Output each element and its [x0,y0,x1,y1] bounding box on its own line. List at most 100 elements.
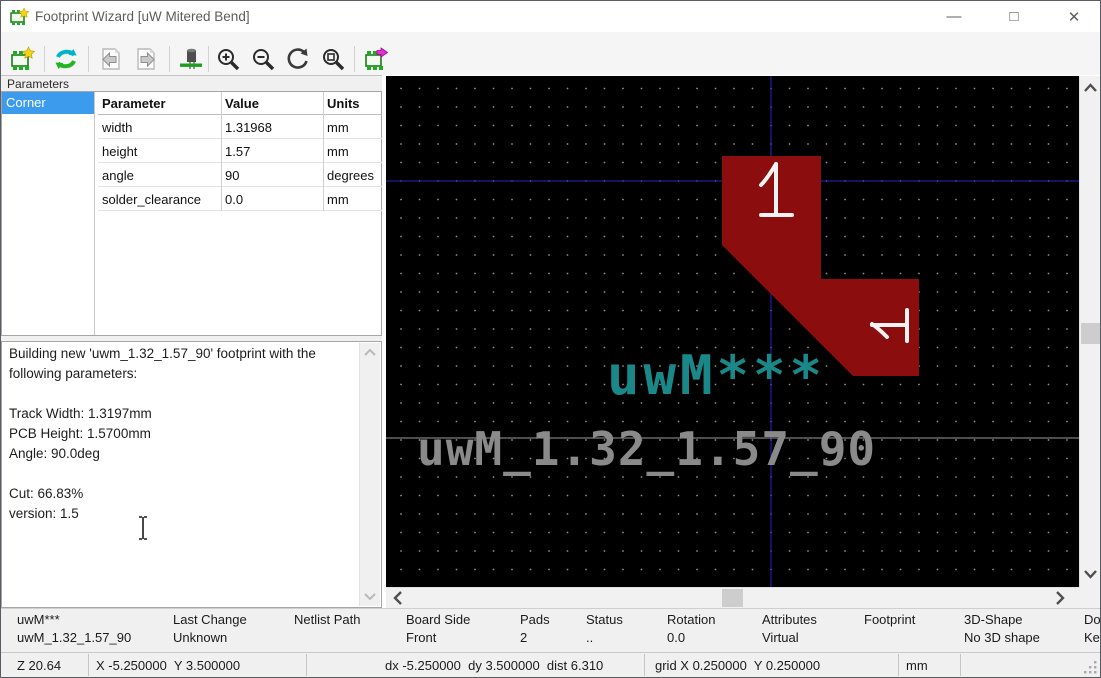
column-header-units: Units [327,96,360,111]
component-preview-button[interactable] [177,45,205,73]
message-panel: Building new 'uwm_1.32_1.57_90' footprin… [1,341,382,608]
info-lastchange-value: Unknown [173,630,227,645]
resize-grip[interactable] [1082,659,1098,675]
footprint-wizard-window: Footprint Wizard [uW Mitered Bend] ― □ ✕ [0,0,1101,678]
param-value[interactable]: 1.31968 [225,120,272,135]
statusbar-separator [644,654,645,676]
through-hole-part-icon [178,46,204,72]
parameters-panel-title: Parameters [7,77,69,91]
param-value[interactable]: 90 [225,168,239,183]
message-scrollbar[interactable] [359,343,380,606]
grid-dots [386,76,1079,587]
vertical-scroll-thumb[interactable] [1081,323,1100,344]
grid-column-divider [323,92,324,211]
parameters-area: Corner Parameter Value Units width 1.319… [1,91,382,336]
info-attributes-label: Attributes [762,612,817,627]
parameters-panel-header: Parameters [1,75,382,91]
param-units: mm [327,192,349,207]
toolbar [1,32,1100,75]
toolbar-separator [169,46,170,72]
footprint-wizard-select-button[interactable] [8,45,36,73]
info-pads-label: Pads [520,612,550,627]
units-indicator: mm [906,658,928,673]
zoom-fit-icon [320,46,346,72]
info-status-value: .. [586,630,593,645]
zoom-level: Z 20.64 [17,658,61,673]
redraw-view-button[interactable] [284,45,312,73]
previous-page-button[interactable] [97,45,125,73]
info-doc-value: Keywords [1084,630,1101,645]
statusbar-separator [88,654,89,676]
info-boardside-label: Board Side [406,612,470,627]
footprint-value-text[interactable]: uwM_1.32_1.57_90 [417,422,876,476]
param-name: width [102,120,132,135]
toolbar-separator [354,46,355,72]
canvas-horizontal-scrollbar[interactable] [386,587,1079,608]
cursor-position: X -5.250000 Y 3.500000 [96,658,240,673]
param-units: mm [327,144,349,159]
toolbar-separator [208,46,209,72]
arrow-right-page-icon [133,46,159,72]
statusbar-separator [306,654,307,676]
info-reference-label: uwM*** [17,612,60,627]
horizontal-scroll-thumb[interactable] [722,589,743,607]
info-3dshape-label: 3D-Shape [964,612,1023,627]
message-line [9,386,316,406]
param-name: angle [102,168,134,183]
grid-column-divider [221,92,222,211]
info-doc-label: Doc [1084,612,1101,627]
scroll-up-icon[interactable] [1080,79,1101,97]
scroll-left-icon[interactable] [389,588,407,608]
export-footprint-button[interactable] [363,45,391,73]
refresh-preview-button[interactable] [52,45,80,73]
scrollbar-corner [1079,587,1101,608]
message-line: following parameters: [9,366,316,386]
info-netlist-label: Netlist Path [294,612,360,627]
message-line: PCB Height: 1.5700mm [9,426,316,446]
scroll-right-icon[interactable] [1051,588,1069,608]
grid-header-divider [98,114,382,115]
info-rotation-value: 0.0 [667,630,685,645]
export-footprint-icon [364,46,390,72]
title-bar: Footprint Wizard [uW Mitered Bend] ― □ ✕ [1,1,1100,33]
message-line: Track Width: 1.3197mm [9,406,316,426]
scroll-down-icon[interactable] [1080,565,1101,583]
param-value[interactable]: 1.57 [225,144,250,159]
message-line [9,466,316,486]
message-line: version: 1.5 [9,506,316,526]
scroll-down-icon[interactable] [360,588,380,604]
info-3dshape-value: No 3D shape [964,630,1040,645]
minimize-button[interactable]: ― [931,1,977,32]
param-name: height [102,144,137,159]
footprint-reference-text[interactable]: uwM*** [607,344,826,407]
column-header-value: Value [225,96,259,111]
param-units: degrees [327,168,374,183]
zoom-in-button[interactable] [214,45,242,73]
footprint-canvas[interactable]: uwM*** uwM_1.32_1.57_90 [386,76,1079,587]
toolbar-separator [88,46,89,72]
info-rotation-label: Rotation [667,612,715,627]
zoom-out-button[interactable] [249,45,277,73]
next-page-button[interactable] [132,45,160,73]
redraw-icon [285,46,311,72]
close-button[interactable]: ✕ [1051,1,1097,32]
statusbar-separator [898,654,899,676]
info-attributes-value: Virtual [762,630,799,645]
message-line: Angle: 90.0deg [9,446,316,466]
toolbar-separator [44,46,45,72]
info-boardside-value: Front [406,630,436,645]
param-name: solder_clearance [102,192,201,207]
arrow-left-page-icon [98,46,124,72]
page-list-item-corner[interactable]: Corner [2,92,94,114]
zoom-to-fit-button[interactable] [319,45,347,73]
message-line: Building new 'uwm_1.32_1.57_90' footprin… [9,346,316,366]
maximize-button[interactable]: □ [991,1,1037,32]
scroll-up-icon[interactable] [360,345,380,361]
canvas-vertical-scrollbar[interactable] [1079,76,1101,587]
relative-position: dx -5.250000 dy 3.500000 dist 6.310 [385,658,603,673]
info-footprint-label: Footprint [864,612,915,627]
param-value[interactable]: 0.0 [225,192,243,207]
zoom-in-icon [215,46,241,72]
ibeam-cursor [137,515,149,541]
footprint-wizard-icon [9,46,35,72]
